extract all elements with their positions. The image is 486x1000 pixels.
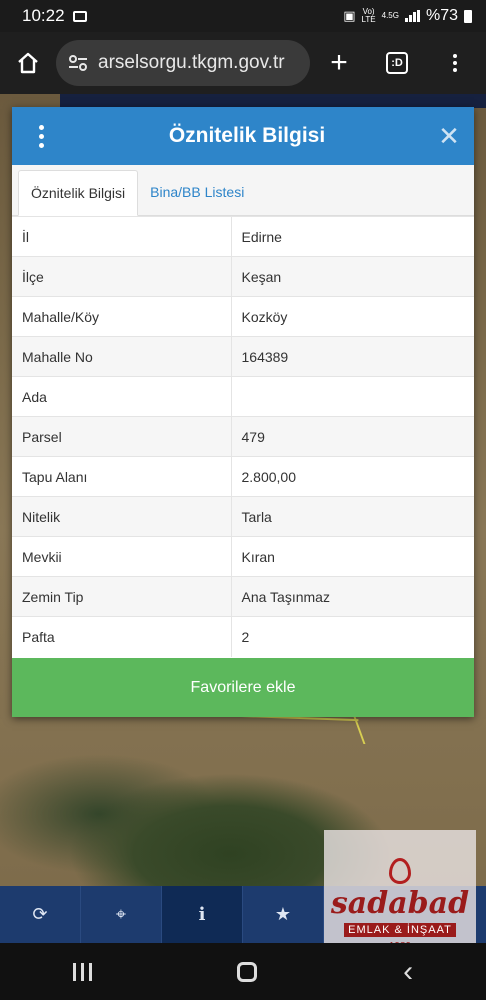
add-to-favorites-button[interactable]: Favorilere ekle	[12, 658, 474, 717]
attr-value: 164389	[231, 336, 474, 377]
attr-value: 2.800,00	[231, 456, 474, 497]
lte-label: LTE	[361, 15, 376, 24]
attr-value	[231, 376, 474, 417]
attr-key: Zemin Tip	[12, 576, 232, 617]
table-row: Nitelik Tarla	[12, 496, 474, 537]
new-tab-button[interactable]: +	[310, 32, 368, 94]
dialog-header: Öznitelik Bilgisi ✕	[12, 107, 474, 165]
crosshair-icon: ⌖	[115, 904, 127, 924]
home-nav-button[interactable]	[237, 961, 258, 982]
back-button[interactable]: ‹	[403, 955, 413, 989]
home-icon	[18, 52, 38, 74]
battery-icon	[464, 9, 472, 23]
volte-indicator: Vo) LTE	[362, 8, 376, 24]
system-nav-bar: ‹	[0, 943, 486, 1000]
recent-apps-button[interactable]	[72, 962, 92, 981]
site-settings-icon[interactable]	[68, 54, 88, 72]
attr-key: Ada	[12, 376, 232, 417]
flame-icon	[389, 858, 411, 884]
battery-percent: %73	[425, 7, 458, 24]
table-row: İlçe Keşan	[12, 256, 474, 297]
table-row: Mahalle No 164389	[12, 336, 474, 377]
attr-key: Mahalle/Köy	[12, 296, 232, 337]
table-row: İl Edirne	[12, 216, 474, 257]
home-button[interactable]	[0, 32, 56, 94]
address-bar[interactable]: arselsorgu.tkgm.gov.tr	[56, 40, 310, 86]
table-row: Parsel 479	[12, 416, 474, 457]
url-text: arselsorgu.tkgm.gov.tr	[98, 52, 285, 73]
star-icon: ★	[274, 904, 292, 924]
close-icon: ✕	[438, 120, 460, 151]
attr-value: Ana Taşınmaz	[231, 576, 474, 617]
attribute-table: İl Edirne İlçe Keşan Mahalle/Köy Kozköy Mah…	[12, 216, 474, 657]
attr-value: 2	[231, 616, 474, 657]
attribute-info-dialog: Öznitelik Bilgisi ✕ Öznitelik Bilgisi Bi…	[12, 107, 474, 717]
table-row: Pafta 2	[12, 616, 474, 657]
more-vert-icon	[453, 54, 457, 72]
clock: 10:22	[22, 6, 65, 25]
attr-value: 479	[231, 416, 474, 457]
attr-key: Parsel	[12, 416, 232, 457]
favorites-button[interactable]: ★	[243, 886, 324, 943]
dialog-tabs: Öznitelik Bilgisi Bina/BB Listesi	[12, 165, 474, 216]
watermark-brand: sadabad	[330, 886, 470, 921]
attr-value: Kıran	[231, 536, 474, 577]
tab-attribute-info[interactable]: Öznitelik Bilgisi	[18, 170, 139, 216]
attr-value: Kozköy	[231, 296, 474, 337]
attr-value: Edirne	[231, 216, 474, 257]
more-vert-icon	[38, 124, 44, 148]
lock-icon: ▣	[343, 8, 356, 23]
status-icons: ▣ Vo) LTE 4.5G %73	[343, 7, 472, 25]
network-gen: 4.5G	[381, 11, 399, 20]
map-top-bar	[60, 94, 486, 108]
attr-value: Keşan	[231, 256, 474, 297]
info-icon: i	[198, 904, 206, 925]
dialog-menu-button[interactable]	[12, 107, 70, 165]
status-bar: 10:22 ▣ Vo) LTE 4.5G %73	[0, 0, 486, 32]
table-row: Ada	[12, 376, 474, 417]
table-row: Mahalle/Köy Kozköy	[12, 296, 474, 337]
attr-key: İl	[12, 216, 232, 257]
table-row: Zemin Tip Ana Taşınmaz	[12, 576, 474, 617]
attr-value: Tarla	[231, 496, 474, 537]
attr-key: İlçe	[12, 256, 232, 297]
tab-building-list[interactable]: Bina/BB Listesi	[138, 169, 256, 215]
attr-key: Nitelik	[12, 496, 232, 537]
tabs-icon: :D	[386, 52, 408, 74]
signal-icon	[404, 10, 420, 22]
attr-key: Mahalle No	[12, 336, 232, 377]
watermark-sub: EMLAK & İNŞAAT	[344, 923, 456, 937]
close-button[interactable]: ✕	[424, 107, 474, 165]
table-row: Mevkii Kıran	[12, 536, 474, 577]
refresh-button[interactable]: ⟳	[0, 886, 81, 943]
attr-key: Mevkii	[12, 536, 232, 577]
locate-button[interactable]: ⌖	[81, 886, 162, 943]
browser-toolbar: arselsorgu.tkgm.gov.tr + :D	[0, 32, 486, 94]
refresh-icon: ⟳	[32, 904, 48, 924]
attr-key: Pafta	[12, 616, 232, 657]
tab-switcher-button[interactable]: :D	[368, 32, 426, 94]
attr-key: Tapu Alanı	[12, 456, 232, 497]
image-notification-icon	[72, 10, 87, 22]
table-row: Tapu Alanı 2.800,00	[12, 456, 474, 497]
info-button[interactable]: i	[162, 886, 243, 943]
browser-menu-button[interactable]	[426, 32, 484, 94]
dialog-title: Öznitelik Bilgisi	[168, 124, 326, 147]
